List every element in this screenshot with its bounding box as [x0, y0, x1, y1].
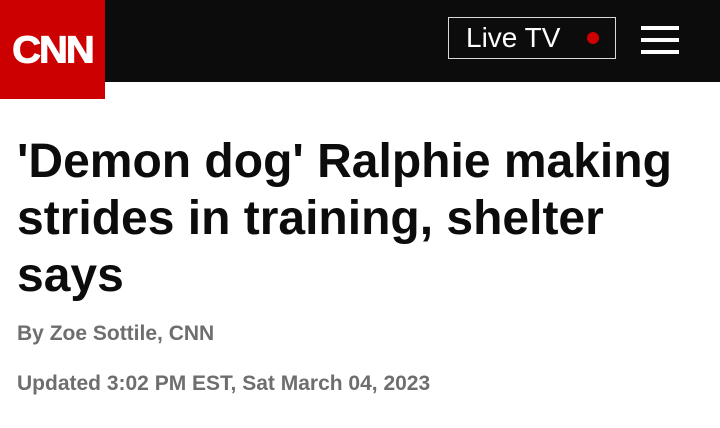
- menu-bar: [641, 38, 679, 42]
- live-tv-button[interactable]: Live TV: [448, 17, 616, 59]
- article-byline: By Zoe Sottile, CNN: [17, 322, 214, 346]
- article-headline: 'Demon dog' Ralphie making strides in tr…: [17, 135, 672, 302]
- article-timestamp: Updated 3:02 PM EST, Sat March 04, 2023: [17, 372, 431, 395]
- byline-prefix: By: [17, 322, 50, 345]
- site-header: CNN Live TV: [0, 0, 720, 99]
- logo-text: CNN: [12, 28, 96, 71]
- cnn-logo[interactable]: CNN: [0, 0, 105, 99]
- live-indicator-icon: [587, 32, 599, 44]
- byline-suffix: , CNN: [157, 322, 215, 345]
- hamburger-menu-icon[interactable]: [641, 26, 679, 54]
- menu-bar: [641, 50, 679, 54]
- author-link[interactable]: Zoe Sottile: [50, 322, 157, 345]
- menu-bar: [641, 26, 679, 30]
- live-tv-label: Live TV: [466, 22, 561, 53]
